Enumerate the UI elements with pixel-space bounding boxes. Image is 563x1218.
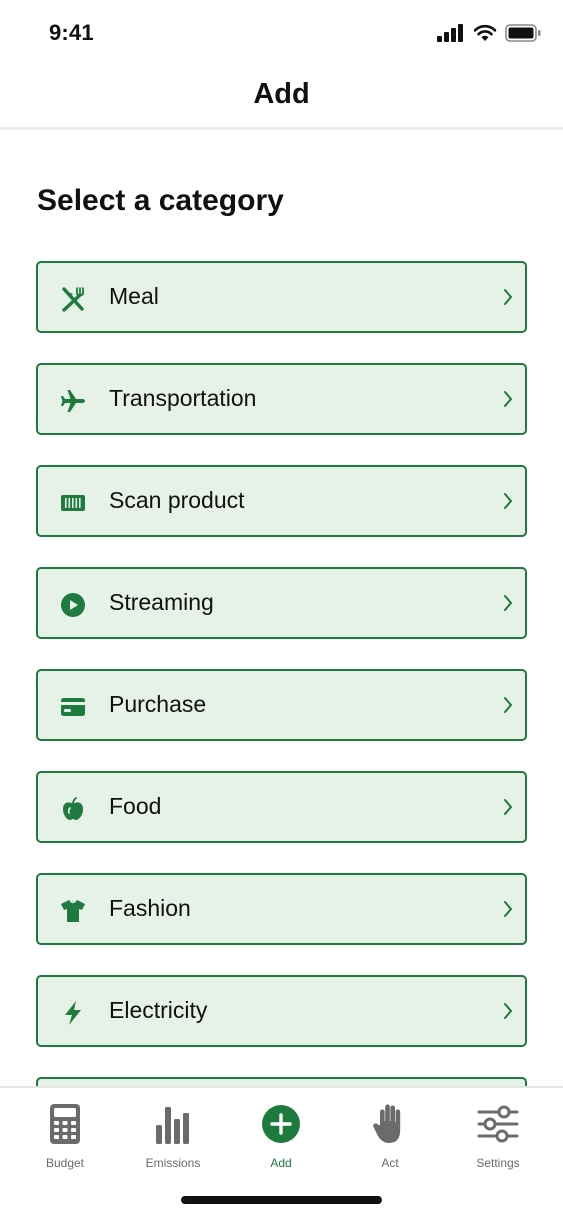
- apple-icon: [60, 796, 86, 822]
- tab-label: Add: [270, 1156, 292, 1170]
- chevron-right-icon: [504, 901, 512, 917]
- status-bar: 9:41: [0, 0, 563, 64]
- chevron-right-icon: [504, 391, 512, 407]
- sliders-icon: [476, 1102, 520, 1146]
- category-item-meal[interactable]: Meal: [36, 261, 527, 333]
- chevron-right-icon: [504, 799, 512, 815]
- section-title: Select a category: [37, 184, 284, 217]
- category-item-purchase[interactable]: Purchase: [36, 669, 527, 741]
- tab-label: Settings: [476, 1156, 520, 1170]
- category-label: Meal: [109, 283, 159, 309]
- category-item-transportation[interactable]: Transportation: [36, 363, 527, 435]
- home-indicator: [181, 1196, 382, 1204]
- tab-label: Emissions: [145, 1156, 201, 1170]
- category-item-fashion[interactable]: Fashion: [36, 873, 527, 945]
- tab-emissions[interactable]: Emissions: [123, 1102, 223, 1172]
- category-item-streaming[interactable]: Streaming: [36, 567, 527, 639]
- category-item-scan-product[interactable]: Scan product: [36, 465, 527, 537]
- page-title: Add: [253, 78, 310, 110]
- tab-label: Budget: [45, 1156, 85, 1170]
- chevron-right-icon: [504, 289, 512, 305]
- barcode-icon: [60, 490, 86, 516]
- signal-icon: [437, 24, 463, 42]
- credit-card-icon: [60, 694, 86, 720]
- category-label: Streaming: [109, 589, 214, 615]
- fork-knife-icon: [60, 286, 86, 312]
- chevron-right-icon: [504, 493, 512, 509]
- tab-label: Act: [381, 1156, 399, 1170]
- battery-icon: [505, 24, 541, 42]
- category-label: Scan product: [109, 487, 245, 513]
- status-time: 9:41: [49, 20, 94, 45]
- tab-settings[interactable]: Settings: [448, 1102, 548, 1172]
- hand-icon: [368, 1102, 412, 1146]
- category-label: Purchase: [109, 691, 207, 717]
- plus-circle-icon: [259, 1102, 303, 1146]
- wifi-icon: [473, 24, 497, 41]
- lightning-icon: [60, 1000, 86, 1026]
- calculator-icon: [43, 1102, 87, 1146]
- tab-add[interactable]: Add: [231, 1102, 331, 1172]
- category-item-food[interactable]: Food: [36, 771, 527, 843]
- nav-header: Add: [0, 64, 563, 130]
- airplane-icon: [60, 388, 86, 414]
- category-label: Food: [109, 793, 162, 819]
- tshirt-icon: [60, 898, 86, 924]
- play-circle-icon: [60, 592, 86, 618]
- chevron-right-icon: [504, 697, 512, 713]
- category-label: Electricity: [109, 997, 208, 1023]
- chevron-right-icon: [504, 595, 512, 611]
- chevron-right-icon: [504, 1003, 512, 1019]
- status-icons: [437, 24, 541, 42]
- category-list[interactable]: Meal Transportation Scan product Streami…: [36, 261, 527, 1087]
- category-label: Fashion: [109, 895, 191, 921]
- category-item-electricity[interactable]: Electricity: [36, 975, 527, 1047]
- bar-chart-icon: [151, 1102, 195, 1146]
- category-label: Transportation: [109, 385, 257, 411]
- tab-budget[interactable]: Budget: [15, 1102, 115, 1172]
- tab-act[interactable]: Act: [340, 1102, 440, 1172]
